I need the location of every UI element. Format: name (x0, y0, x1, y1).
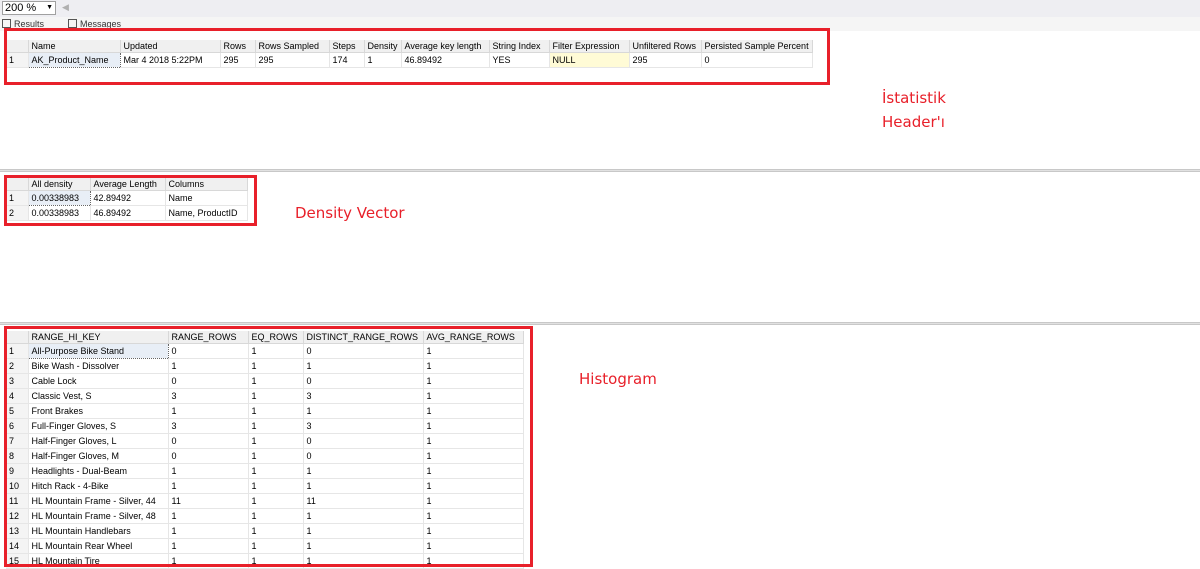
stat-header-annotation: İstatistik Header'ı (882, 86, 946, 134)
zoom-select[interactable]: 200 % ▼ (2, 1, 56, 15)
annotation-line-2: Header'ı (882, 113, 945, 131)
scroll-left-icon[interactable]: ◀ (62, 2, 69, 13)
stat-header-highlight (4, 28, 830, 85)
pane-splitter[interactable] (0, 322, 1200, 325)
zoom-value: 200 % (5, 2, 37, 14)
grid-icon (2, 19, 11, 28)
histogram-highlight (4, 326, 533, 567)
histogram-annotation: Histogram (579, 370, 657, 388)
pane-splitter[interactable] (0, 169, 1200, 172)
chevron-down-icon[interactable]: ▼ (46, 2, 53, 14)
annotation-line-1: İstatistik (882, 89, 946, 107)
density-vector-highlight (4, 175, 257, 226)
messages-icon (68, 19, 77, 28)
density-vector-annotation: Density Vector (295, 204, 405, 222)
results-toolbar: 200 % ▼ ◀ (0, 0, 1200, 18)
